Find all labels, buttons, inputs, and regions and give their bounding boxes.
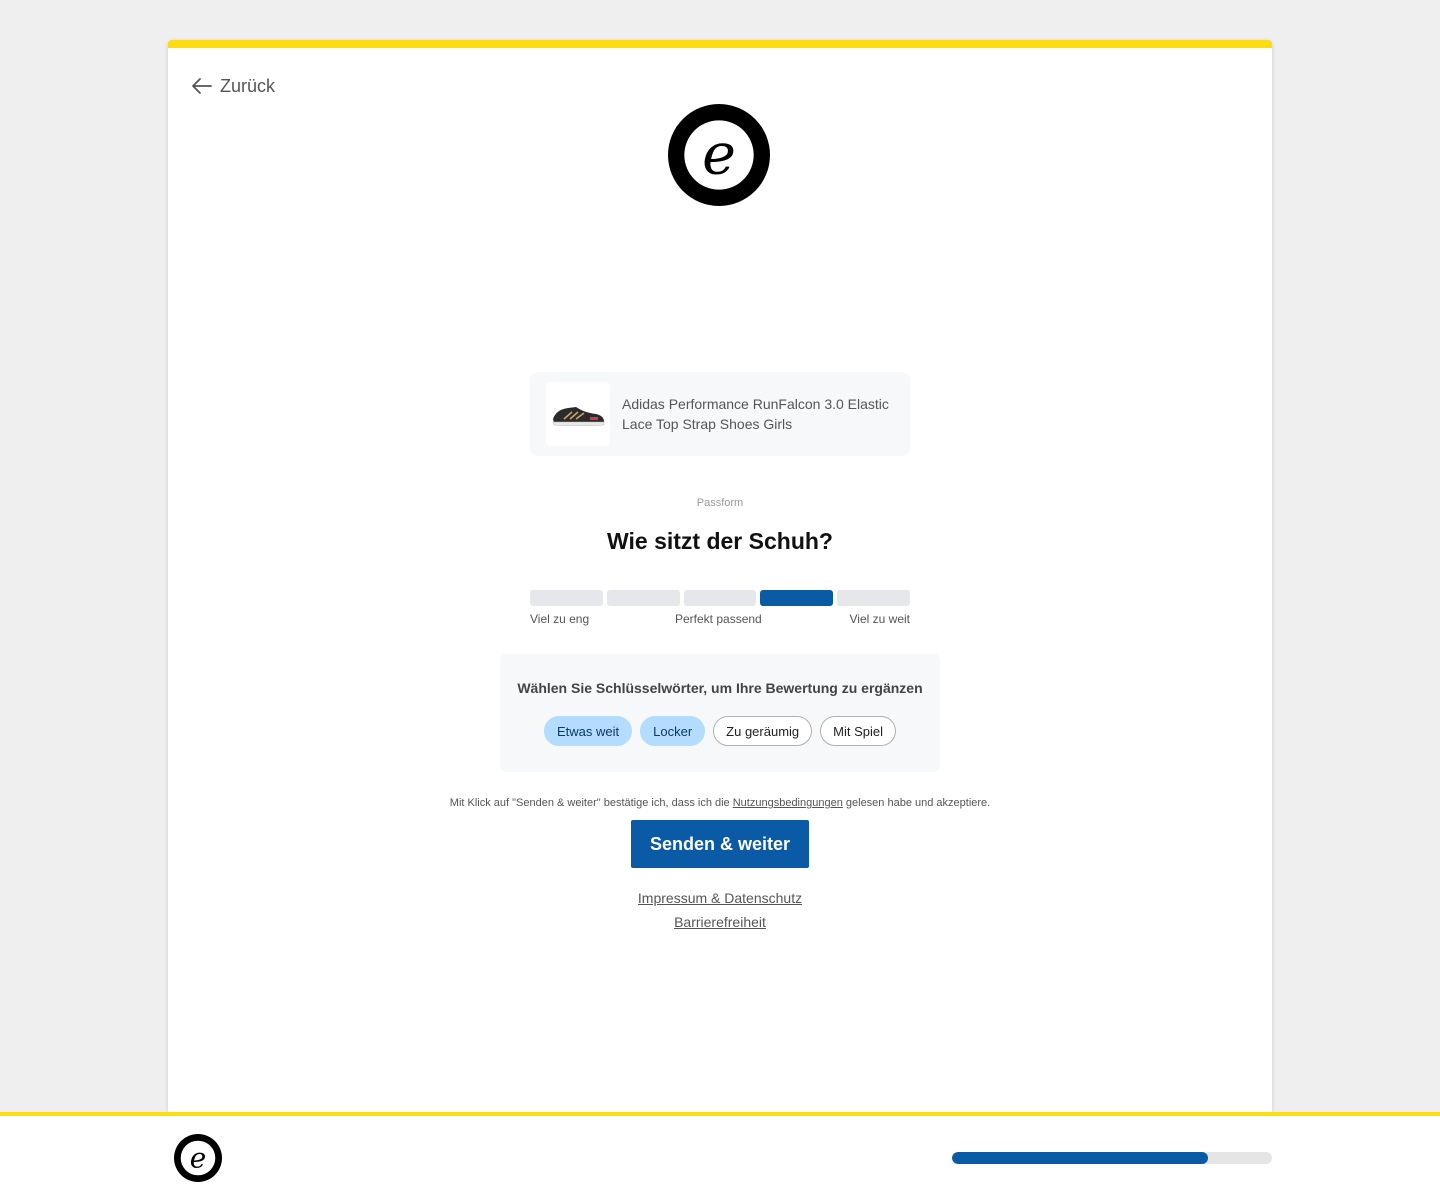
fit-rating-scale	[530, 590, 910, 606]
keyword-chips: Etwas weit Locker Zu geräumig Mit Spiel	[500, 716, 940, 746]
product-image	[546, 382, 610, 446]
keyword-chip[interactable]: Etwas weit	[543, 716, 633, 746]
svg-text:e: e	[190, 1142, 206, 1175]
svg-text:e: e	[702, 121, 736, 187]
review-card: Zurück e Adidas Performance RunFalcon 3.…	[168, 40, 1272, 1112]
terms-link[interactable]: Nutzungsbedingungen	[733, 797, 843, 809]
terms-notice: Mit Klick auf "Senden & weiter" bestätig…	[168, 797, 1272, 809]
trusted-shops-logo-small-icon: e	[174, 1134, 222, 1182]
scale-label-right: Viel zu weit	[849, 612, 910, 626]
submit-button[interactable]: Senden & weiter	[631, 820, 809, 868]
scale-label-middle: Perfekt passend	[675, 612, 762, 626]
arrow-left-icon	[192, 78, 212, 94]
fit-scale-segment-2[interactable]	[606, 590, 680, 606]
product-name: Adidas Performance RunFalcon 3.0 Elastic…	[622, 396, 889, 432]
progress-bar	[952, 1152, 1272, 1164]
sneaker-icon	[552, 407, 605, 426]
keywords-panel: Wählen Sie Schlüsselwörter, um Ihre Bewe…	[500, 654, 940, 772]
fit-scale-segment-4[interactable]	[760, 590, 834, 606]
keywords-title: Wählen Sie Schlüsselwörter, um Ihre Bewe…	[517, 680, 923, 696]
scale-label-left: Viel zu eng	[530, 612, 590, 626]
progress-fill	[952, 1152, 1208, 1164]
keyword-chip[interactable]: Zu geräumig	[713, 716, 813, 746]
terms-text-before: Mit Klick auf "Senden & weiter" bestätig…	[449, 797, 733, 809]
back-button[interactable]: Zurück	[190, 74, 275, 98]
fit-scale-segment-1[interactable]	[530, 590, 603, 606]
fit-scale-segment-5[interactable]	[837, 590, 910, 606]
footer-links: Impressum & Datenschutz Barrierefreiheit	[168, 886, 1272, 934]
product-summary: Adidas Performance RunFalcon 3.0 Elastic…	[530, 372, 910, 456]
keyword-chip[interactable]: Mit Spiel	[820, 716, 896, 746]
rating-question: Wie sitzt der Schuh?	[607, 528, 833, 554]
back-label: Zurück	[220, 75, 276, 96]
terms-text-after: gelesen habe und akzeptiere.	[842, 797, 991, 809]
accessibility-link[interactable]: Barrierefreiheit	[168, 910, 1272, 934]
footer-bar: e	[0, 1112, 1440, 1200]
imprint-link[interactable]: Impressum & Datenschutz	[168, 886, 1272, 910]
fit-scale-segment-3[interactable]	[683, 590, 757, 606]
keyword-chip[interactable]: Locker	[640, 716, 706, 746]
rating-category: Passform	[696, 497, 744, 509]
trusted-shops-logo-icon: e	[668, 104, 770, 206]
